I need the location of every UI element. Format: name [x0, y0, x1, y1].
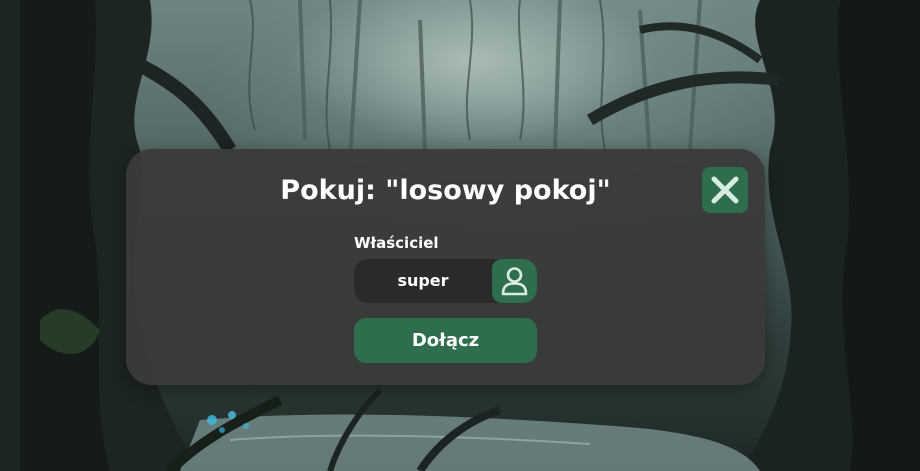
owner-label: Właściciel	[354, 234, 439, 252]
close-x-icon	[711, 176, 739, 204]
owner-profile-button[interactable]	[492, 259, 537, 303]
owner-name: super	[397, 271, 449, 290]
close-button[interactable]	[702, 167, 748, 213]
game-screen: Pokuj: "losowy pokoj" Właściciel super D…	[0, 0, 920, 471]
join-button[interactable]: Dołącz	[354, 318, 537, 363]
room-dialog: Pokuj: "losowy pokoj" Właściciel super D…	[126, 149, 765, 385]
room-title: Pokuj: "losowy pokoj"	[280, 175, 611, 206]
owner-field: super	[354, 259, 537, 303]
user-icon	[501, 267, 528, 296]
